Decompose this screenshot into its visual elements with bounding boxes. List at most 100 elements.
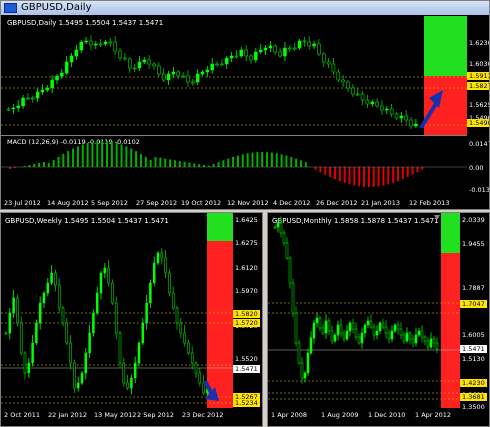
candle-body — [375, 101, 379, 107]
candle-body — [171, 71, 176, 75]
candle-body — [111, 282, 114, 304]
monthly-price-tag: 1.5471 — [460, 345, 487, 353]
macd-bar — [246, 153, 249, 167]
macd-bar — [42, 162, 45, 167]
macd-bar — [33, 164, 36, 167]
candle-body — [161, 73, 166, 81]
candle-body — [300, 362, 304, 379]
macd-bar — [198, 164, 201, 167]
weekly-price-axis-tick-label: 1.6275 — [235, 239, 258, 247]
candle-body — [31, 342, 34, 364]
macd-bar — [280, 154, 283, 167]
macd-bar — [319, 167, 322, 173]
candle-body — [279, 222, 283, 234]
candle-body — [348, 322, 352, 332]
candle-body — [394, 113, 399, 119]
monthly-price-tag: 1.4230 — [460, 379, 487, 387]
time-axis-label: 12 Feb 2013 — [409, 199, 450, 207]
monthly-chart-window[interactable]: GBPUSD,Monthly 1.5858 1.5878 1.5437 1.54… — [267, 212, 490, 427]
zone-green — [424, 16, 467, 76]
candle-body — [285, 242, 289, 259]
candle-body — [244, 49, 248, 57]
candle-body — [149, 282, 152, 304]
candle-body — [122, 362, 126, 384]
candle-body — [46, 282, 50, 294]
candle-body — [342, 332, 346, 340]
candle-body — [176, 71, 180, 77]
candle-body — [393, 324, 397, 332]
candle-body — [339, 324, 343, 334]
macd-axis-tick-label: 0.00 — [469, 164, 484, 172]
candle-body — [263, 47, 268, 51]
macd-bar — [392, 167, 395, 183]
candle-body — [399, 328, 403, 336]
candle-body — [23, 352, 27, 374]
candle-body — [411, 338, 415, 344]
candle-body — [54, 272, 57, 286]
candle-body — [179, 322, 183, 334]
monthly-price-plot[interactable] — [268, 213, 460, 408]
candle-body — [249, 55, 253, 61]
daily-window-title: GBPUSD,Daily — [21, 2, 92, 13]
candle-body — [21, 97, 25, 107]
candle-body — [168, 272, 171, 294]
daily-chart-window[interactable]: GBPUSD,Daily GBPUSD,Daily 1.5495 1.5504 … — [0, 0, 490, 210]
macd-bar — [314, 167, 317, 170]
candle-body — [404, 115, 408, 121]
candle-body — [220, 63, 224, 66]
candle-body — [330, 330, 334, 342]
candle-body — [126, 382, 129, 389]
candle-body — [351, 322, 355, 330]
monthly-price-tag: 1.7047 — [460, 300, 487, 308]
macd-bar — [329, 167, 332, 177]
candle-body — [210, 63, 214, 71]
candle-body — [435, 342, 439, 350]
candle-body — [409, 119, 413, 127]
macd-bar — [91, 141, 94, 167]
candle-body — [152, 262, 156, 284]
candle-body — [45, 87, 50, 91]
macd-axis-tick-label: 0.0147 — [469, 140, 490, 148]
macd-bar — [290, 156, 293, 167]
chart-window-icon — [4, 3, 17, 13]
candle-body — [16, 297, 19, 324]
candle-body — [60, 72, 64, 77]
macd-bar — [217, 162, 220, 167]
candle-body — [396, 324, 400, 330]
candle-body — [187, 342, 190, 354]
daily-subwindow-separator[interactable] — [1, 135, 467, 136]
candle-body — [365, 99, 370, 105]
time-axis-label: 22 Jan 2012 — [48, 411, 87, 419]
macd-histogram[interactable] — [1, 138, 467, 193]
weekly-price-plot[interactable] — [1, 213, 233, 408]
candle-body — [160, 252, 164, 259]
candle-body — [142, 59, 147, 63]
daily-price-plot[interactable] — [1, 16, 467, 136]
candle-body — [336, 324, 340, 336]
candle-body — [321, 327, 325, 334]
macd-bar — [348, 167, 351, 185]
time-axis-label: 5 Sep 2012 — [91, 199, 129, 207]
candle-body — [74, 49, 79, 57]
macd-bar — [101, 141, 104, 167]
candle-body — [76, 382, 80, 389]
time-axis-label: 19 Oct 2012 — [181, 199, 222, 207]
candle-body — [215, 63, 219, 66]
weekly-price-axis-tick-label: 1.5520 — [235, 355, 258, 363]
macd-bar — [169, 159, 172, 167]
weekly-chart-window[interactable]: GBPUSD,Weekly 1.5495 1.5504 1.5437 1.547… — [0, 212, 263, 427]
candle-body — [292, 47, 297, 50]
candle-body — [190, 352, 194, 364]
candle-body — [307, 41, 311, 47]
daily-window-titlebar[interactable]: GBPUSD,Daily — [1, 1, 489, 15]
macd-bar — [377, 167, 380, 187]
candle-body — [26, 97, 30, 100]
time-axis-label: 13 May 2012 — [94, 411, 137, 419]
candle-body — [278, 51, 282, 57]
candle-body — [157, 65, 161, 75]
candle-body — [141, 322, 145, 344]
candle-body — [27, 362, 31, 374]
candle-body — [113, 41, 117, 52]
candle-body — [345, 330, 349, 340]
candle-body — [402, 334, 406, 342]
